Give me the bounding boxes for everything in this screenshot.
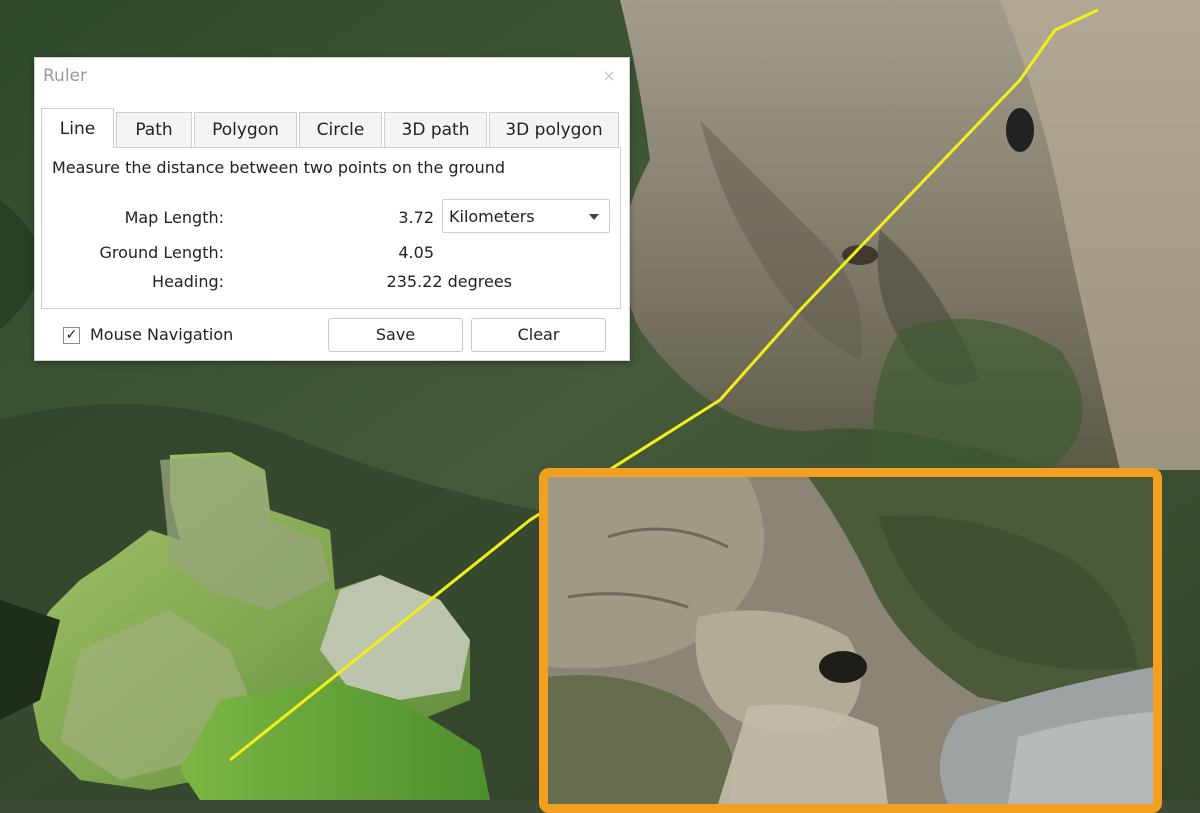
ground-length-value: 4.05 bbox=[398, 243, 434, 262]
clear-button[interactable]: Clear bbox=[471, 318, 606, 352]
chevron-down-icon bbox=[589, 214, 599, 220]
tab-circle[interactable]: Circle bbox=[299, 112, 382, 147]
tab-3d-polygon[interactable]: 3D polygon bbox=[489, 112, 619, 147]
tab-polygon[interactable]: Polygon bbox=[194, 112, 297, 147]
inset-photo bbox=[539, 468, 1162, 813]
heading-label: Heading: bbox=[152, 272, 224, 291]
mouse-navigation-checkbox[interactable]: ✓ bbox=[63, 327, 80, 344]
unit-select[interactable]: Kilometers bbox=[442, 199, 610, 233]
dialog-title: Ruler bbox=[43, 66, 87, 86]
map-length-value: 3.72 bbox=[398, 208, 434, 227]
heading-value: 235.22 degrees bbox=[386, 272, 512, 291]
ground-length-label: Ground Length: bbox=[99, 243, 224, 262]
map-length-label: Map Length: bbox=[124, 208, 224, 227]
tab-line[interactable]: Line bbox=[41, 108, 114, 148]
tab-description: Measure the distance between two points … bbox=[52, 158, 506, 177]
ruler-dialog: Ruler × Line Path Polygon Circle 3D path… bbox=[34, 57, 630, 361]
unit-select-value: Kilometers bbox=[449, 207, 535, 226]
line-tab-panel: Measure the distance between two points … bbox=[41, 147, 621, 309]
close-icon[interactable]: × bbox=[599, 66, 619, 86]
tab-bar: Line Path Polygon Circle 3D path 3D poly… bbox=[41, 108, 621, 148]
tab-path[interactable]: Path bbox=[116, 112, 192, 147]
tab-3d-path[interactable]: 3D path bbox=[384, 112, 487, 147]
mouse-navigation-label[interactable]: Mouse Navigation bbox=[90, 325, 233, 344]
save-button[interactable]: Save bbox=[328, 318, 463, 352]
